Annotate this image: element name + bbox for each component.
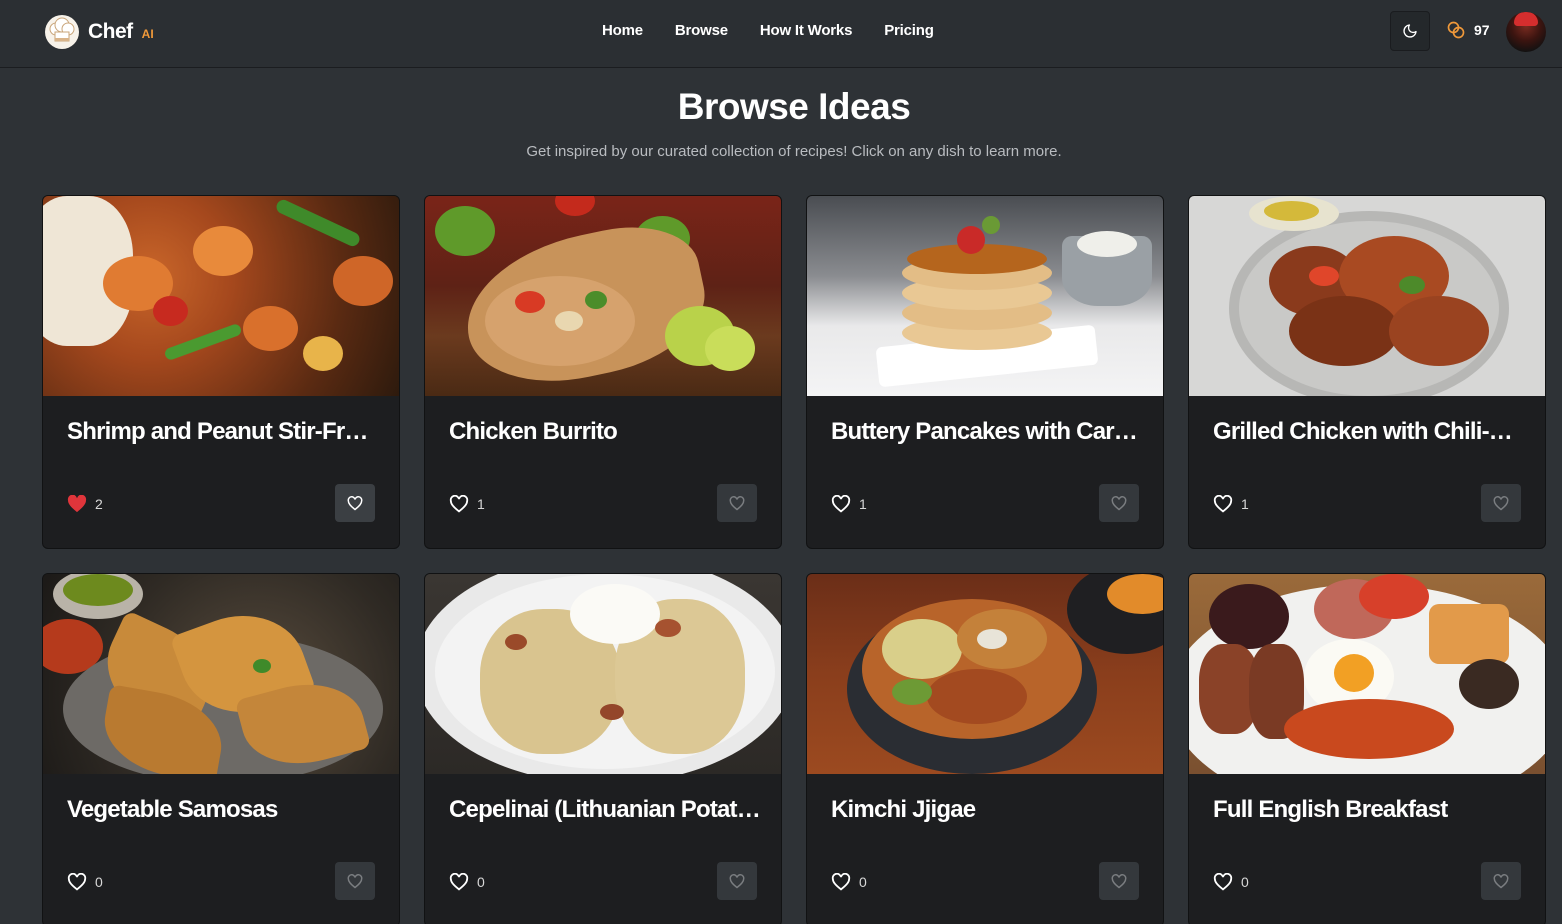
recipe-title: Kimchi Jjigae [831, 796, 976, 823]
recipe-card[interactable]: Buttery Pancakes with Caramel Sauce 1 [806, 195, 1164, 549]
nav-how-it-works[interactable]: How It Works [760, 22, 853, 39]
like-count-value: 0 [95, 874, 103, 890]
chef-hat-icon [45, 15, 79, 49]
recipe-card[interactable]: Kimchi Jjigae 0 [806, 573, 1164, 924]
recipe-title: Chicken Burrito [449, 418, 618, 445]
recipe-image-grilled-chicken [1189, 196, 1545, 396]
recipe-image-full-english-breakfast [1189, 574, 1545, 774]
recipe-image-chicken-burrito [425, 196, 781, 396]
recipe-card[interactable]: Chicken Burrito 1 [424, 195, 782, 549]
like-count: 1 [1213, 495, 1249, 513]
recipe-card[interactable]: Shrimp and Peanut Stir-Fry with Vegetabl… [42, 195, 400, 549]
favorite-button[interactable] [1481, 862, 1521, 900]
credits-count: 97 [1474, 22, 1490, 38]
like-count-value: 2 [95, 496, 103, 512]
favorite-button[interactable] [1481, 484, 1521, 522]
theme-toggle-button[interactable] [1390, 11, 1430, 51]
recipe-card[interactable]: Grilled Chicken with Chili-Lime Sauce 1 [1188, 195, 1546, 549]
heart-outline-icon [449, 873, 469, 891]
coins-icon [1447, 21, 1465, 39]
like-count: 1 [449, 495, 485, 513]
brand-name: Chef [88, 20, 133, 43]
recipe-image-vegetable-samosas [43, 574, 399, 774]
nav-home[interactable]: Home [602, 22, 643, 39]
main-nav: Home Browse How It Works Pricing [602, 22, 934, 39]
like-count-value: 0 [477, 874, 485, 890]
heart-outline-icon [347, 495, 363, 510]
recipe-grid: Shrimp and Peanut Stir-Fry with Vegetabl… [42, 195, 1546, 924]
favorite-button[interactable] [717, 484, 757, 522]
like-count-value: 1 [1241, 496, 1249, 512]
like-count: 2 [67, 495, 103, 513]
credits-balance[interactable]: 97 [1446, 20, 1490, 40]
like-count: 0 [449, 873, 485, 891]
like-count-value: 0 [1241, 874, 1249, 890]
heart-outline-icon [1213, 873, 1233, 891]
like-count: 0 [831, 873, 867, 891]
recipe-title: Cepelinai (Lithuanian Potato Dumplings) [449, 796, 761, 823]
nav-browse[interactable]: Browse [675, 22, 728, 39]
top-navbar: Chef AI Home Browse How It Works Pricing … [0, 0, 1562, 68]
recipe-card[interactable]: Vegetable Samosas 0 [42, 573, 400, 924]
page-subtitle: Get inspired by our curated collection o… [526, 143, 1062, 160]
heart-filled-icon [67, 495, 87, 513]
recipe-card[interactable]: Cepelinai (Lithuanian Potato Dumplings) … [424, 573, 782, 924]
recipe-title: Buttery Pancakes with Caramel Sauce [831, 418, 1143, 445]
recipe-image-kimchi-jjigae [807, 574, 1163, 774]
recipe-card[interactable]: Full English Breakfast 0 [1188, 573, 1546, 924]
like-count-value: 0 [859, 874, 867, 890]
page-title: Browse Ideas [677, 86, 911, 127]
heart-outline-icon [449, 495, 469, 513]
recipe-title: Shrimp and Peanut Stir-Fry with Vegetabl… [67, 418, 379, 445]
recipe-image-shrimp-stir-fry [43, 196, 399, 396]
heart-outline-icon [729, 873, 745, 888]
favorite-button[interactable] [717, 862, 757, 900]
like-count: 0 [67, 873, 103, 891]
favorite-button[interactable] [1099, 862, 1139, 900]
brand-logo[interactable]: Chef AI [44, 14, 154, 50]
like-count-value: 1 [477, 496, 485, 512]
moon-icon [1403, 24, 1417, 38]
heart-outline-icon [67, 873, 87, 891]
recipe-image-cepelinai [425, 574, 781, 774]
favorite-button[interactable] [335, 484, 375, 522]
heart-outline-icon [729, 495, 745, 510]
heart-outline-icon [831, 495, 851, 513]
favorite-button[interactable] [335, 862, 375, 900]
recipe-image-buttery-pancakes [807, 196, 1163, 396]
heart-outline-icon [1111, 495, 1127, 510]
recipe-title: Full English Breakfast [1213, 796, 1448, 823]
recipe-title: Grilled Chicken with Chili-Lime Sauce [1213, 418, 1525, 445]
favorite-button[interactable] [1099, 484, 1139, 522]
user-avatar[interactable] [1506, 12, 1546, 52]
brand-suffix: AI [141, 27, 154, 41]
heart-outline-icon [831, 873, 851, 891]
heart-outline-icon [1493, 873, 1509, 888]
heart-outline-icon [1493, 495, 1509, 510]
like-count: 1 [831, 495, 867, 513]
like-count: 0 [1213, 873, 1249, 891]
heart-outline-icon [1213, 495, 1233, 513]
nav-pricing[interactable]: Pricing [884, 22, 934, 39]
recipe-title: Vegetable Samosas [67, 796, 278, 823]
heart-outline-icon [347, 873, 363, 888]
heart-outline-icon [1111, 873, 1127, 888]
like-count-value: 1 [859, 496, 867, 512]
